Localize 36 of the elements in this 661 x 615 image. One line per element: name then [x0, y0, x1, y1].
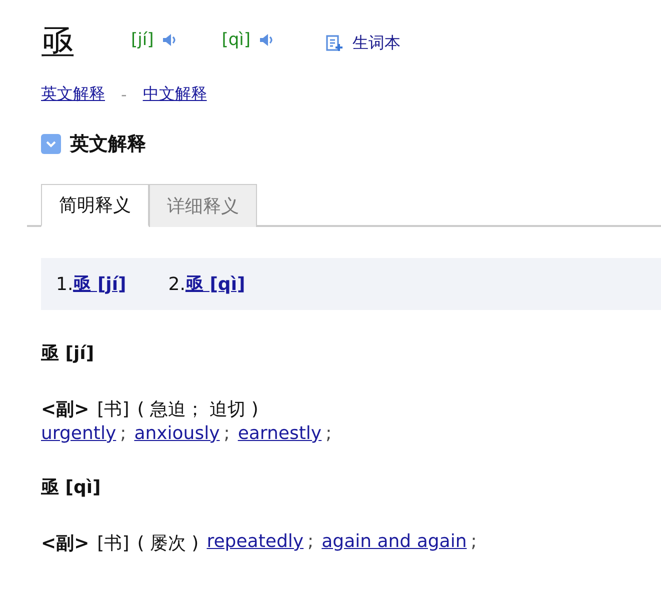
translation-link[interactable]: again and again [322, 531, 467, 555]
collapse-toggle-icon[interactable] [41, 134, 61, 154]
separator: ; [470, 531, 477, 554]
nav-link[interactable]: 中文解释 [142, 84, 207, 105]
separator: ; [224, 423, 230, 444]
translation-link[interactable]: earnestly [238, 423, 322, 444]
section-title: 英文解释 [70, 132, 146, 157]
index-number: 1. [56, 274, 74, 295]
tab[interactable]: 详细释义 [149, 184, 257, 227]
translation-link[interactable]: repeatedly [206, 531, 304, 555]
sense-link[interactable]: 亟 [qì] [185, 274, 246, 295]
nav-link[interactable]: 英文解释 [41, 84, 105, 105]
entry-heading: 亟 [qì] [41, 476, 102, 499]
separator: ; [326, 423, 332, 444]
tab[interactable]: 简明释义 [41, 184, 149, 227]
separator: ; [308, 531, 314, 554]
separator: ; [120, 423, 126, 444]
separator: - [121, 85, 127, 104]
pinyin: [qì] [222, 30, 250, 50]
part-of-speech: <副> [41, 532, 90, 555]
pinyin: [jí] [131, 30, 154, 50]
speaker-icon[interactable] [162, 33, 178, 47]
gloss: ( 屡次 ) [137, 532, 199, 555]
translation-link[interactable]: anxiously [134, 423, 220, 444]
add-note-icon[interactable] [324, 34, 342, 52]
index-number: 2. [168, 274, 186, 295]
register-label: [书] [97, 532, 130, 555]
part-of-speech: <副> [41, 398, 90, 421]
gloss: ( 急迫； 迫切 ) [137, 398, 258, 421]
wordbook-link[interactable]: 生词本 [352, 32, 400, 54]
headword: 亟 [41, 22, 75, 65]
sense-link[interactable]: 亟 [jí] [73, 274, 126, 295]
entry-heading: 亟 [jí] [41, 342, 96, 365]
register-label: [书] [97, 398, 130, 421]
translation-link[interactable]: urgently [41, 423, 116, 444]
speaker-icon[interactable] [258, 33, 274, 47]
